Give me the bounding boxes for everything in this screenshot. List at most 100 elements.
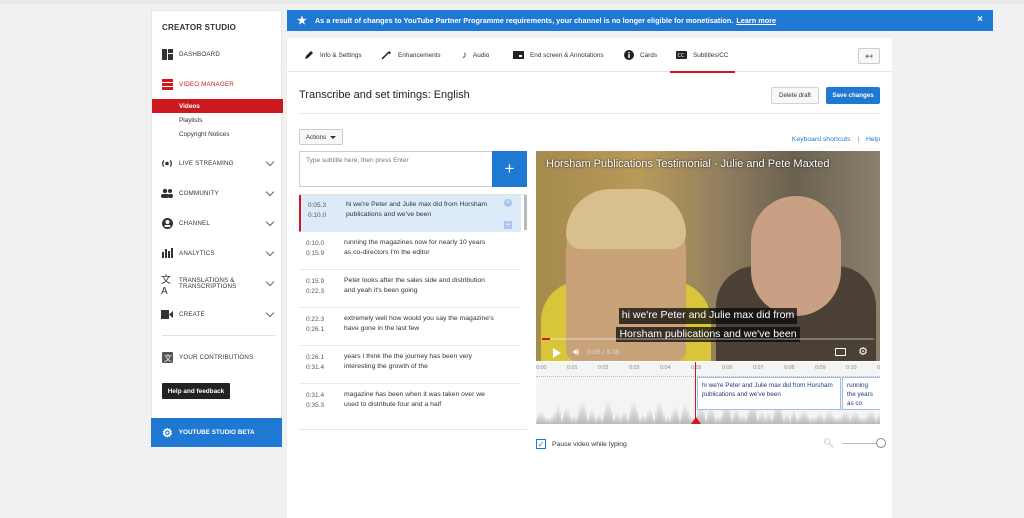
learn-more-link[interactable]: Learn more — [736, 16, 776, 25]
help-link[interactable]: Help — [866, 136, 880, 143]
caption-timeline[interactable]: 0:00 0:01 0:02 0:03 0:04 0:05 0:06 0:07 0:08 0:09… — [536, 362, 880, 424]
video-time: 0:05 / 3:39 — [587, 349, 620, 356]
caption-text[interactable]: magazine has been when it was taken over… — [344, 390, 494, 410]
timeline-zoom[interactable]: 🔍︎ — [823, 438, 887, 449]
caption-start[interactable]: 0:31.4 — [306, 392, 324, 399]
subtitle-input[interactable]: Type subtitle here, then press Enter — [299, 151, 493, 187]
video-progress-bar[interactable] — [542, 338, 874, 340]
caption-start[interactable]: 0:22.3 — [306, 316, 324, 323]
youtube-studio-beta-button[interactable]: ⚙ YOUTUBE STUDIO BETA — [151, 418, 282, 447]
caption-text[interactable]: hi we're Peter and Julie max did from Ho… — [346, 200, 496, 220]
caption-end[interactable]: 0:22.3 — [306, 288, 324, 295]
sidebar-item-video-manager[interactable]: VIDEO MANAGER — [152, 74, 283, 94]
actions-dropdown[interactable]: Actions — [299, 129, 343, 145]
sidebar-subitem-playlists[interactable]: Playlists — [152, 113, 283, 127]
tab-info-settings[interactable]: Info & Settings — [304, 38, 362, 72]
sidebar-item-contributions[interactable]: 文 YOUR CONTRIBUTIONS — [152, 347, 283, 367]
caption-row[interactable]: 0:05.3 0:10.0 hi we're Peter and Julie ma… — [299, 195, 521, 232]
video-progress-fill — [542, 338, 550, 340]
delete-draft-button[interactable]: Delete draft — [771, 87, 819, 104]
caption-text[interactable]: years I think the the journey has been v… — [344, 352, 494, 372]
link-separator: | — [857, 136, 860, 143]
pause-while-typing[interactable]: ✓ Pause video while typing — [536, 439, 627, 449]
caption-end[interactable]: 0:15.9 — [306, 250, 324, 257]
help-feedback-button[interactable]: Help and feedback — [162, 383, 230, 399]
timeline-caption-block[interactable]: running the years as co — [842, 377, 880, 410]
keyboard-shortcuts-link[interactable]: Keyboard shortcuts — [792, 136, 851, 143]
star-icon: ★ — [297, 15, 307, 27]
caption-end[interactable]: 0:10.0 — [308, 212, 326, 219]
sidebar-item-dashboard[interactable]: DASHBOARD — [152, 44, 283, 64]
add-subtitle-button[interactable]: + — [492, 151, 527, 187]
caption-list: 0:05.3 0:10.0 hi we're Peter and Julie ma… — [299, 194, 527, 430]
video-caption-line: hi we're Peter and Julie max did from — [618, 308, 798, 324]
timeline-playhead[interactable] — [695, 362, 696, 424]
caption-start[interactable]: 0:26.1 — [306, 354, 324, 361]
tab-label: Subtitles/CC — [693, 51, 729, 59]
save-changes-button[interactable]: Save changes — [826, 87, 880, 104]
sidebar-subitem-videos[interactable]: Videos — [152, 99, 283, 113]
settings-gear-icon[interactable]: ⚙ — [858, 345, 868, 358]
insert-caption-icon[interactable]: + — [504, 221, 512, 229]
banner-text: As a result of changes to YouTube Partne… — [314, 16, 734, 25]
video-caption-overlay: hi we're Peter and Julie max did from Ho… — [536, 305, 880, 342]
subtitles-toggle-icon[interactable] — [835, 348, 846, 356]
tab-enhancements[interactable]: ✦ Enhancements — [381, 38, 441, 72]
divider — [299, 113, 880, 114]
video-title: Horsham Publications Testimonial - Julie… — [546, 158, 830, 170]
play-icon[interactable] — [553, 347, 561, 358]
tab-cards[interactable]: Cards — [624, 38, 657, 72]
chevron-down-icon[interactable] — [265, 217, 275, 227]
volume-icon[interactable]: 🔊︎ — [573, 347, 579, 358]
chevron-down-icon[interactable] — [265, 187, 275, 197]
caption-row[interactable]: 0:26.1 0:31.4 years I think the the journ… — [299, 347, 521, 384]
chevron-down-icon[interactable] — [265, 157, 275, 167]
sidebar-subitem-copyright[interactable]: Copyright Notices — [152, 127, 283, 141]
tab-audio[interactable]: ♪ Audio — [462, 38, 489, 72]
chevron-down-icon[interactable] — [265, 308, 275, 318]
sidebar-item-channel[interactable]: CHANNEL — [152, 213, 283, 233]
caption-end[interactable]: 0:26.1 — [306, 326, 324, 333]
info-icon — [624, 50, 634, 60]
caption-start[interactable]: 0:10.0 — [306, 240, 324, 247]
caption-row[interactable]: 0:22.3 0:26.1 extremely well how would yo… — [299, 309, 521, 346]
tab-end-screen[interactable]: End screen & Annotations — [513, 38, 604, 72]
timeline-caption-block[interactable]: hi we're Peter and Julie max did from Ho… — [697, 377, 841, 410]
end-screen-icon — [513, 51, 524, 59]
sidebar-divider — [162, 335, 275, 336]
caption-row[interactable]: 0:15.9 0:22.3 Peter looks after the sales… — [299, 271, 521, 308]
caption-start[interactable]: 0:15.9 — [306, 278, 324, 285]
tab-subtitles[interactable]: CC Subtitles/CC — [670, 38, 735, 73]
delete-caption-icon[interactable]: × — [504, 199, 512, 207]
caption-row[interactable]: 0:31.4 0:35.3 magazine has been when it w… — [299, 385, 521, 429]
tab-label: Audio — [473, 51, 490, 59]
cc-icon: CC — [676, 51, 687, 59]
create-icon — [161, 308, 173, 320]
sidebar-item-create[interactable]: CREATE — [152, 304, 283, 324]
chevron-down-icon[interactable] — [265, 277, 275, 287]
close-icon[interactable]: × — [977, 14, 983, 25]
zoom-slider[interactable] — [842, 438, 887, 448]
caption-text[interactable]: Peter looks after the sales side and dis… — [344, 276, 494, 296]
checkbox-checked-icon[interactable]: ✓ — [536, 439, 546, 449]
caption-text[interactable]: extremely well how would you say the mag… — [344, 314, 494, 334]
video-player[interactable]: Horsham Publications Testimonial - Julie… — [536, 151, 880, 361]
undo-button[interactable]: ↤ — [858, 48, 880, 64]
caption-start[interactable]: 0:05.3 — [308, 202, 326, 209]
playhead-marker[interactable] — [691, 417, 701, 424]
caption-end[interactable]: 0:31.4 — [306, 364, 324, 371]
timeline-tick-label: 0:08 — [784, 365, 795, 371]
sidebar-item-community[interactable]: COMMUNITY — [152, 183, 283, 203]
magic-wand-icon: ✦ — [381, 50, 392, 60]
caption-list-scrollbar[interactable] — [524, 195, 527, 230]
zoom-slider-knob[interactable] — [876, 438, 887, 448]
sidebar-item-live-streaming[interactable]: LIVE STREAMING — [152, 153, 283, 173]
tab-label: Cards — [640, 51, 658, 59]
caption-row[interactable]: 0:10.0 0:15.9 running the magazines now f… — [299, 233, 521, 270]
caption-text[interactable]: running the magazines now for nearly 10 … — [344, 238, 494, 258]
caption-end[interactable]: 0:35.3 — [306, 402, 324, 409]
timeline-tick-label: 0:00 — [536, 365, 547, 371]
sidebar-item-analytics[interactable]: ANALYTICS — [152, 243, 283, 263]
sidebar-item-translations[interactable]: 文A TRANSLATIONS & TRANSCRIPTIONS — [152, 273, 283, 297]
chevron-down-icon[interactable] — [265, 247, 275, 257]
